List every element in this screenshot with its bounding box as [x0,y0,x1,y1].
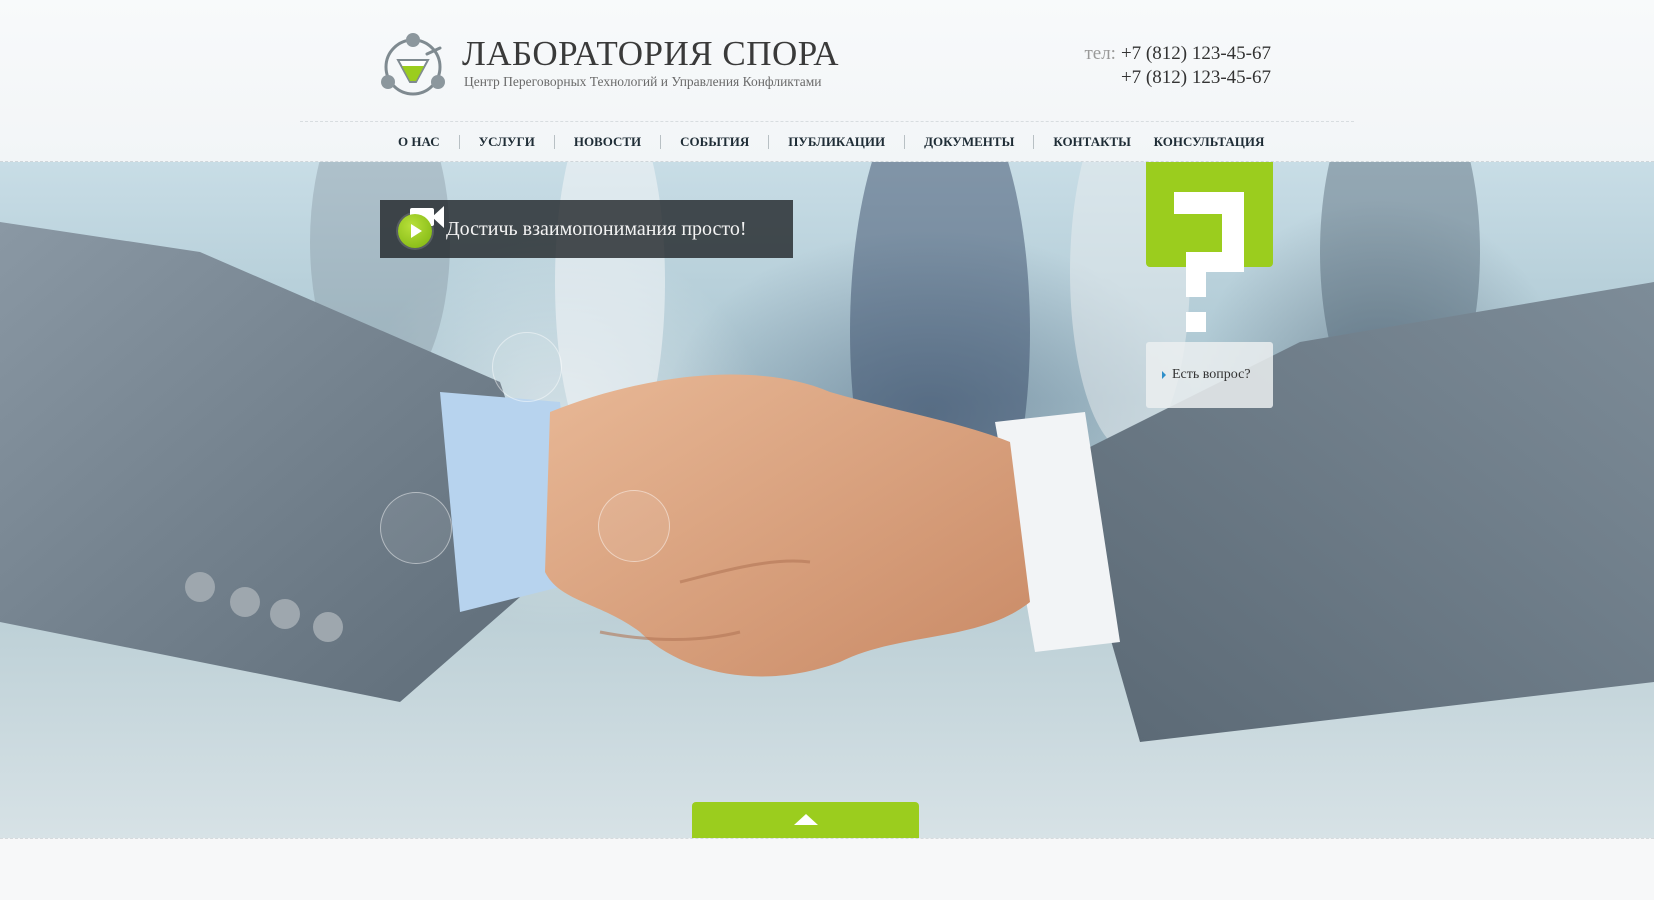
video-camera-play-icon[interactable] [380,200,446,258]
phone-label: тел: [1084,43,1116,64]
decorative-circle [492,332,562,402]
nav-item-documents[interactable]: ДОКУМЕНТЫ [904,135,1033,149]
phone-number-1[interactable]: +7 (812) 123-45-67 [1121,43,1271,64]
header-bottom-divider [0,161,1654,162]
video-banner[interactable]: Достичь взаимопонимания просто! [380,200,793,258]
bottom-divider [0,838,1654,839]
nav-item-news[interactable]: НОВОСТИ [553,135,660,149]
main-nav: О НАС УСЛУГИ НОВОСТИ СОБЫТИЯ ПУБЛИКАЦИИ … [380,134,1150,150]
nav-item-publications[interactable]: ПУБЛИКАЦИИ [768,135,904,149]
brand-subtitle: Центр Переговорных Технологий и Управлен… [464,74,822,89]
ask-question-label: Есть вопрос? [1172,367,1251,382]
nav-item-consultation[interactable]: КОНСУЛЬТАЦИЯ [1146,134,1272,150]
ask-question-button[interactable]: Есть вопрос? [1146,342,1273,408]
header: ЛАБОРАТОРИЯ СПОРА Центр Переговорных Тех… [0,0,1654,162]
nav-item-events[interactable]: СОБЫТИЯ [660,135,768,149]
flask-logo-icon[interactable] [378,30,448,100]
hero-slider: Достичь взаимопонимания просто! Есть воп… [0,162,1654,838]
question-mark-icon [1174,192,1244,332]
decorative-circle [598,490,670,562]
decorative-circle [380,492,452,564]
footer-area [0,839,1654,900]
phone-number-2[interactable]: +7 (812) 123-45-67 [1084,66,1271,90]
arrow-right-icon [1162,371,1166,379]
nav-item-about[interactable]: О НАС [380,135,459,149]
header-divider [300,121,1354,122]
video-banner-text: Достичь взаимопонимания просто! [446,217,747,240]
contact-phones: тел: +7 (812) 123-45-67 +7 (812) 123-45-6… [1084,42,1271,90]
hero-handshake-image [0,162,1654,742]
brand-title[interactable]: ЛАБОРАТОРИЯ СПОРА [462,34,839,74]
page: ЛАБОРАТОРИЯ СПОРА Центр Переговорных Тех… [0,0,1654,900]
arrow-up-icon[interactable] [692,802,919,838]
nav-item-contacts[interactable]: КОНТАКТЫ [1033,135,1150,149]
nav-item-services[interactable]: УСЛУГИ [458,135,554,149]
